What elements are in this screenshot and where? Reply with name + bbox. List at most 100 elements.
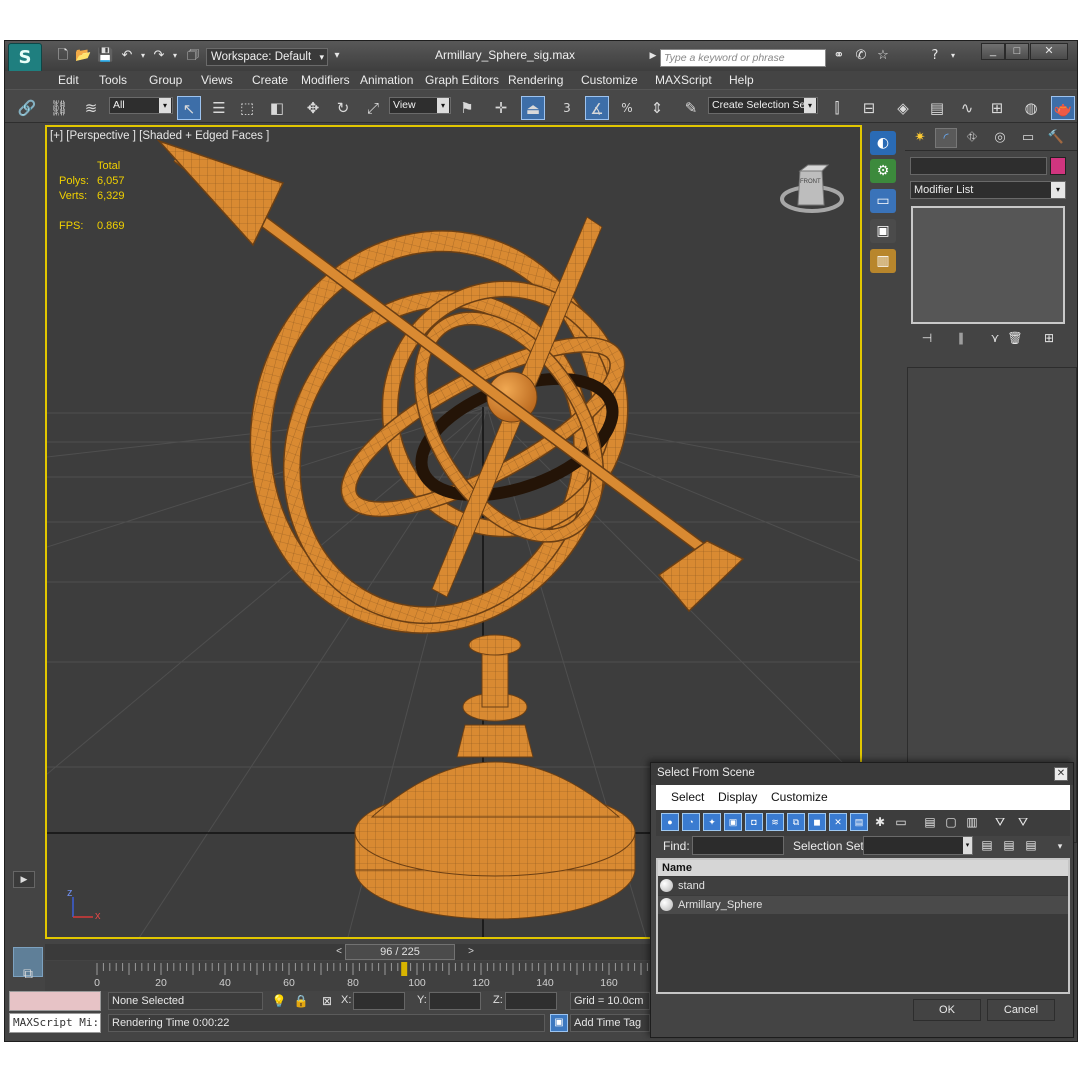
menu-customize[interactable]: Customize [581, 73, 638, 87]
scale-icon[interactable]: ⤢ [361, 96, 385, 120]
dialog-menu-customize[interactable]: Customize [771, 790, 828, 804]
object-name-field[interactable] [910, 157, 1047, 175]
selection-lock-icon[interactable]: 🔒 [293, 993, 309, 1009]
help-icon[interactable]: ? [927, 48, 943, 64]
rotate-icon[interactable]: ↻ [331, 96, 355, 120]
dialog-menu-display[interactable]: Display [718, 790, 757, 804]
menu-create[interactable]: Create [252, 73, 288, 87]
select-invert-icon[interactable]: ▥ [963, 813, 981, 831]
material-editor-icon[interactable]: ◍ [1019, 96, 1043, 120]
snaps-toggle-icon[interactable]: 3 [555, 96, 579, 120]
add-to-selection-set-icon[interactable]: ▤ [1000, 836, 1018, 854]
align-icon[interactable]: ⊟ [857, 96, 881, 120]
menu-maxscript[interactable]: MAXScript [655, 73, 712, 87]
search-input[interactable]: Type a keyword or phrase [660, 49, 826, 67]
select-all-icon[interactable]: ▤ [921, 813, 939, 831]
menu-modifiers[interactable]: Modifiers [301, 73, 350, 87]
container-icon[interactable]: ▥ [870, 249, 896, 273]
modifier-stack[interactable] [911, 206, 1065, 324]
filter-xrefs-icon[interactable]: ◼ [808, 813, 826, 831]
menu-animation[interactable]: Animation [360, 73, 413, 87]
modifier-list-dropdown[interactable]: Modifier List ▾ [910, 181, 1066, 199]
filter-cameras-icon[interactable]: ▣ [724, 813, 742, 831]
display-icon[interactable]: ▣ [870, 219, 896, 243]
redo-dropdown-icon[interactable]: ▾ [167, 48, 183, 64]
find-input[interactable] [692, 836, 784, 855]
viewcube[interactable]: FRONT [778, 161, 848, 217]
next-frame-icon[interactable]: > [463, 944, 479, 960]
dialog-close-icon[interactable]: ✕ [1054, 767, 1068, 781]
isolate-selection-icon[interactable]: 💡 [271, 993, 287, 1009]
viewport-settings-icon[interactable]: ▭ [870, 189, 896, 213]
minimize-button[interactable]: _ [981, 43, 1005, 60]
filter-bones-icon[interactable]: ✕ [829, 813, 847, 831]
rectangular-selection-icon[interactable]: ⬚ [235, 96, 259, 120]
menu-rendering[interactable]: Rendering [508, 73, 563, 87]
pin-stack-icon[interactable]: ⊣ [917, 329, 937, 347]
menu-help[interactable]: Help [729, 73, 754, 87]
filter-settings-icon[interactable]: ⛛ [1014, 813, 1032, 831]
angle-snap-icon[interactable]: ∡ [585, 96, 609, 120]
filter-frozen-icon[interactable]: ✱ [871, 813, 889, 831]
render-setup-icon[interactable]: 🫖 [1051, 96, 1075, 120]
x-coord-field[interactable] [353, 992, 405, 1010]
filter-lights-icon[interactable]: ✦ [703, 813, 721, 831]
viewport-label[interactable]: [+] [Perspective ] [Shaded + Edged Faces… [50, 130, 269, 142]
menu-tools[interactable]: Tools [99, 73, 127, 87]
selection-filter-dropdown[interactable]: All ▾ [109, 97, 173, 114]
modify-tab-icon[interactable]: ◜ [935, 128, 957, 148]
graphite-ribbon-icon[interactable]: ▤ [925, 96, 949, 120]
select-none-icon[interactable]: ▢ [942, 813, 960, 831]
track-bar-key-icon[interactable]: ⧉ [17, 963, 39, 985]
reference-coordinate-dropdown[interactable]: View ▾ [389, 97, 451, 114]
list-item[interactable]: Armillary_Sphere [658, 896, 1068, 914]
undo-icon[interactable]: ↶ [119, 48, 135, 64]
workspace-dropdown[interactable]: Workspace: Default ▾ [206, 48, 328, 66]
move-icon[interactable]: ✥ [301, 96, 325, 120]
project-folder-icon[interactable]: 🗇 [185, 48, 201, 64]
y-coord-field[interactable] [429, 992, 481, 1010]
expand-play-icon[interactable]: ▶ [13, 871, 35, 888]
create-selection-set-icon[interactable]: ▤ [978, 836, 996, 854]
search-expand-icon[interactable]: ▶ [645, 48, 661, 64]
make-unique-icon[interactable]: ⋎ [985, 329, 1005, 347]
filter-shapes-icon[interactable]: ◔ [682, 813, 700, 831]
help-dropdown-icon[interactable]: ▾ [945, 48, 961, 64]
menu-views[interactable]: Views [201, 73, 233, 87]
show-end-result-icon[interactable]: ∥ [951, 329, 971, 347]
bind-to-space-warp-icon[interactable]: ≋ [79, 96, 103, 120]
select-and-manipulate-icon[interactable]: ✛ [489, 96, 513, 120]
time-tag-icon[interactable]: ▣ [550, 1014, 568, 1032]
select-object-icon[interactable]: ↖ [177, 96, 201, 120]
remove-modifier-icon[interactable]: 🗑 [1005, 329, 1025, 347]
time-slider[interactable]: < 96 / 225 > [45, 944, 655, 960]
binoculars-icon[interactable]: ⚭ [831, 48, 847, 64]
curve-editor-icon[interactable]: ∿ [955, 96, 979, 120]
hierarchy-tab-icon[interactable]: ⛗ [961, 128, 983, 148]
dialog-menu-select[interactable]: Select [671, 790, 704, 804]
filter-spacewarps-icon[interactable]: ≋ [766, 813, 784, 831]
menu-edit[interactable]: Edit [58, 73, 79, 87]
filter-geometry-icon[interactable]: ● [661, 813, 679, 831]
filter-helpers-icon[interactable]: ◘ [745, 813, 763, 831]
window-crossing-icon[interactable]: ◧ [265, 96, 289, 120]
communication-center-icon[interactable]: ✆ [853, 48, 869, 64]
new-file-icon[interactable]: 🗋 [55, 48, 71, 64]
object-color-swatch[interactable] [1050, 157, 1066, 175]
favorites-star-icon[interactable]: ☆ [875, 48, 891, 64]
menu-group[interactable]: Group [149, 73, 182, 87]
schematic-view-icon[interactable]: ⊞ [985, 96, 1009, 120]
filter-groups-icon[interactable]: ⧉ [787, 813, 805, 831]
configure-modifier-sets-icon[interactable]: ⊞ [1039, 329, 1059, 347]
z-coord-field[interactable] [505, 992, 557, 1010]
create-tab-icon[interactable]: ✷ [909, 128, 931, 148]
application-button-icon[interactable]: S [8, 43, 42, 73]
save-file-icon[interactable]: 💾 [97, 48, 113, 64]
display-tab-icon[interactable]: ▭ [1017, 128, 1039, 148]
maximize-button[interactable]: □ [1005, 43, 1029, 60]
options-dropdown-icon[interactable]: ▾ [1051, 838, 1069, 856]
unlink-icon[interactable]: ⛓ [47, 96, 71, 120]
maxscript-listener-output[interactable] [9, 991, 101, 1011]
scene-explorer-icon[interactable]: ⚙ [870, 159, 896, 183]
maxscript-mini-listener[interactable]: MAXScript Mi: [9, 1013, 101, 1033]
